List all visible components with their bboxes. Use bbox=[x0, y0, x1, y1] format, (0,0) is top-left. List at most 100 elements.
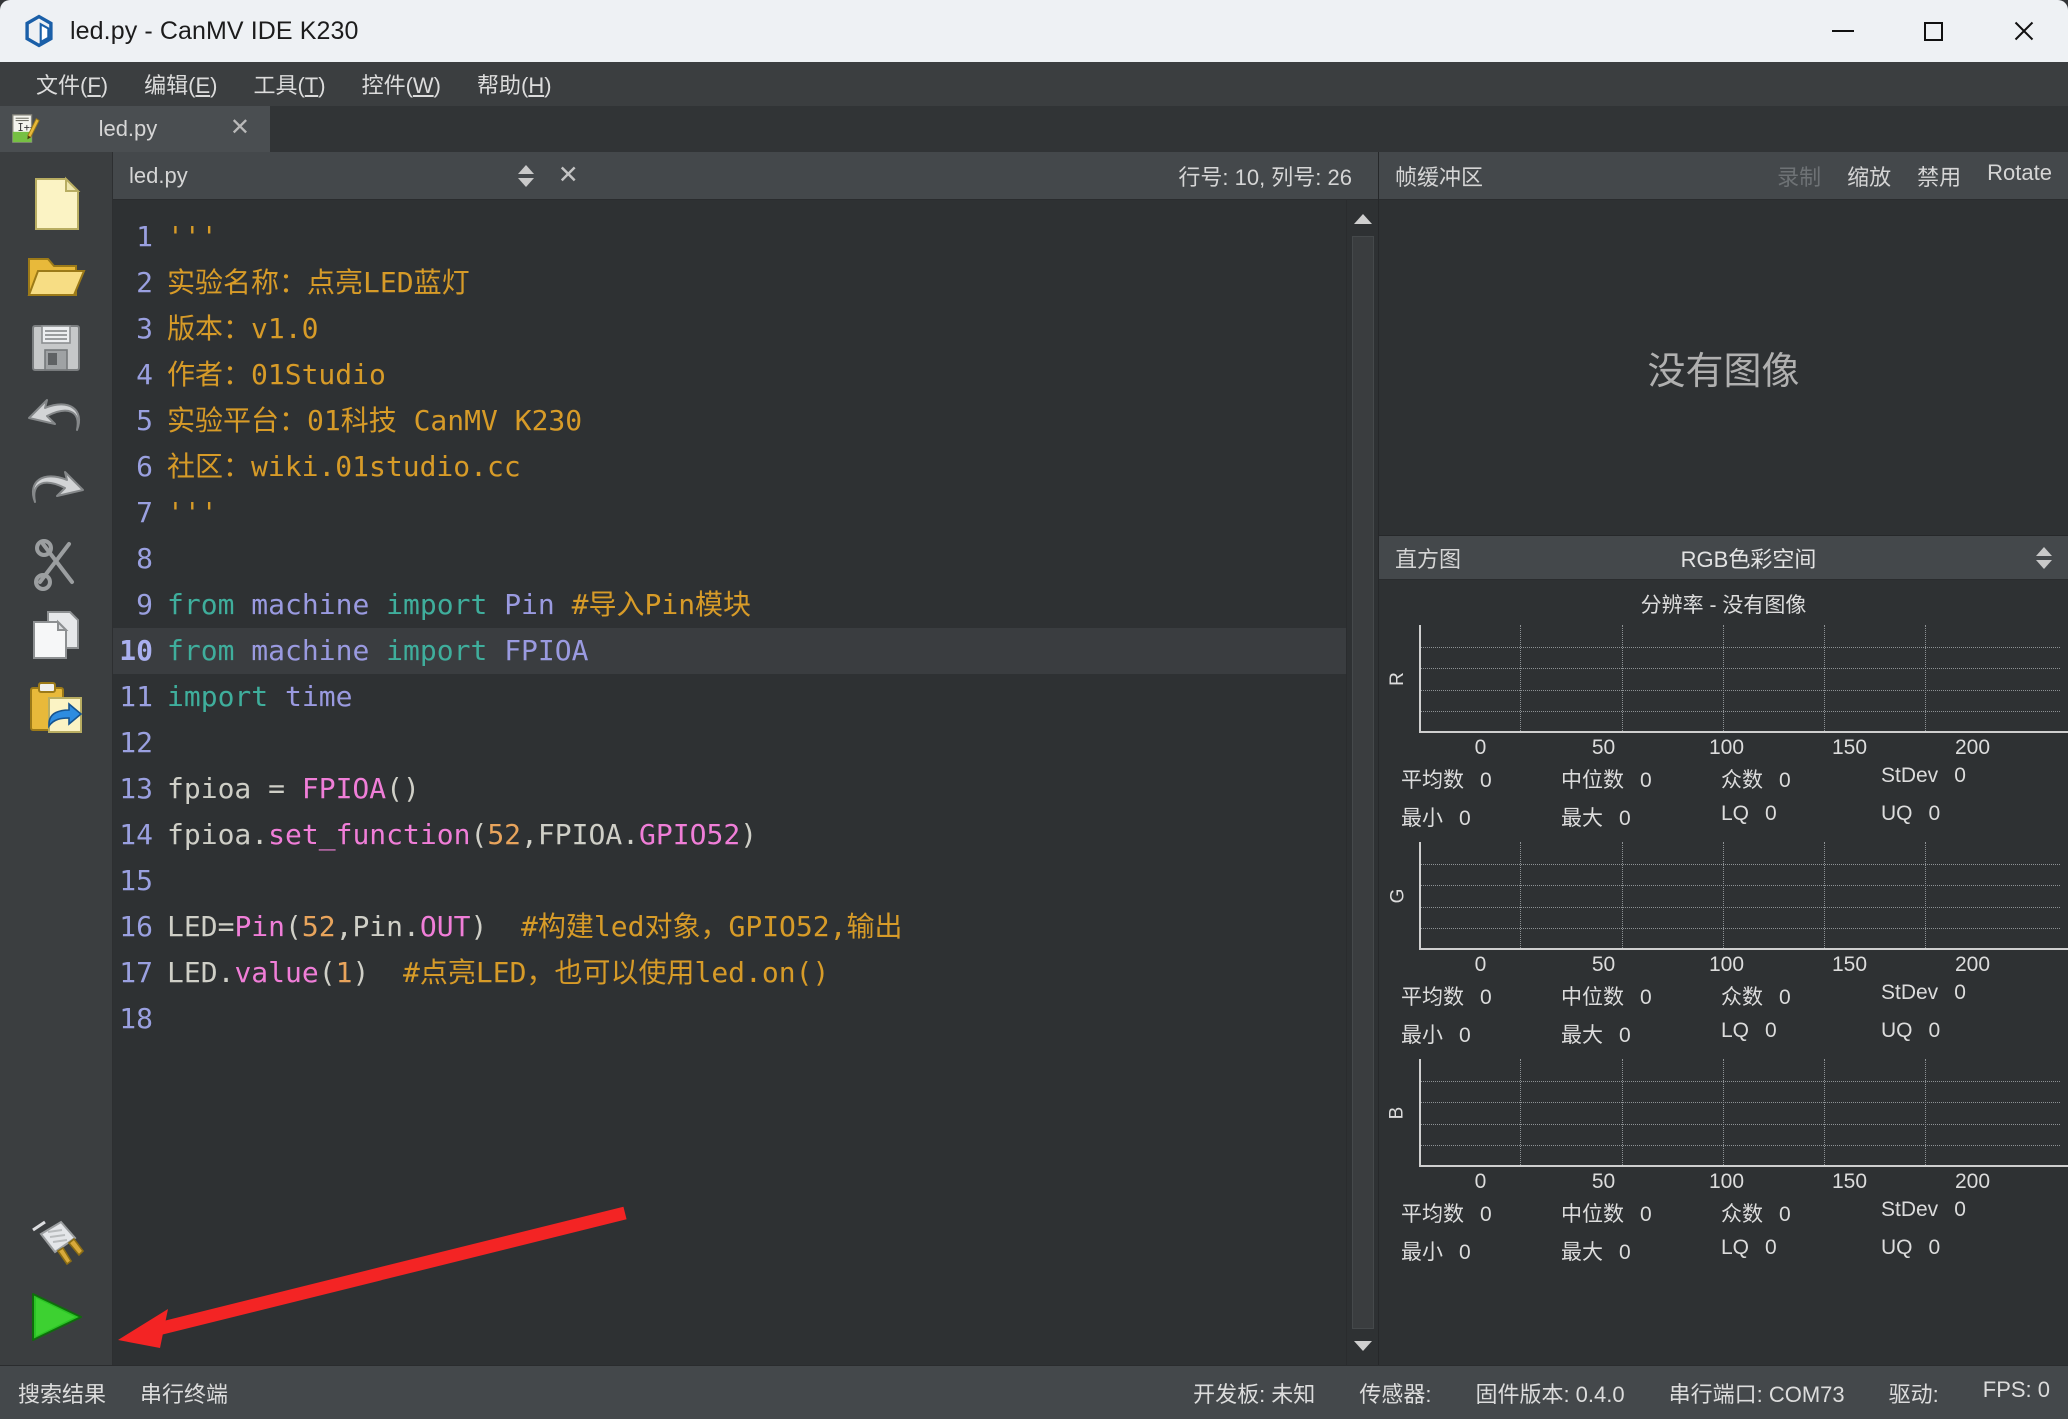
chevron-down-icon bbox=[517, 177, 534, 187]
connect-button[interactable] bbox=[14, 1209, 98, 1281]
paste-clipboard-icon bbox=[30, 682, 83, 733]
scroll-up-button[interactable] bbox=[1348, 204, 1378, 234]
menu-bar: 文件(F) 编辑(E) 工具(T) 控件(W) 帮助(H) bbox=[0, 62, 2068, 106]
run-button[interactable] bbox=[14, 1281, 98, 1353]
copy-button[interactable] bbox=[14, 600, 98, 672]
code-line-2[interactable]: 2 实验名称：点亮LED蓝灯 bbox=[113, 260, 1346, 306]
stat-cell: 最大 0 bbox=[1561, 1024, 1631, 1047]
line-number: 15 bbox=[119, 864, 153, 897]
code-line-text: from machine import Pin #导入Pin模块 bbox=[167, 588, 752, 621]
framebuffer-view[interactable]: 没有图像 bbox=[1379, 200, 2068, 536]
code-line-14[interactable]: 14 fpioa.set_function(52,FPIOA.GPIO52) bbox=[113, 812, 1346, 858]
green-play-icon bbox=[32, 1293, 82, 1341]
main-body: led.py ✕ 行号: 10, 列号: 26 1 ''' 2 实验名称：点亮LED蓝… bbox=[0, 152, 2068, 1365]
code-line-7[interactable]: 7 ''' bbox=[113, 490, 1346, 536]
paste-button[interactable] bbox=[14, 672, 98, 744]
menu-item-3[interactable]: 工具(T) bbox=[235, 64, 343, 104]
scissors-icon bbox=[34, 539, 74, 591]
minimize-icon bbox=[1832, 30, 1854, 32]
new-file-button[interactable] bbox=[14, 168, 98, 240]
menu-item-4[interactable]: 控件(W) bbox=[344, 64, 459, 104]
histogram-title: 直方图 bbox=[1395, 546, 1462, 572]
scrollbar-thumb[interactable] bbox=[1351, 236, 1374, 1329]
stat-cell: UQ 0 bbox=[1881, 802, 1941, 825]
histogram-xticks-B: 0 50 100 150 200 bbox=[1379, 1170, 2068, 1194]
open-file-button[interactable] bbox=[14, 240, 98, 312]
framebuffer-action-3[interactable]: 禁用 bbox=[1917, 160, 1961, 192]
code-line-text: 作者：01Studio bbox=[167, 358, 386, 391]
xtick-label: 0 bbox=[1474, 736, 1487, 759]
close-button[interactable] bbox=[1978, 0, 2068, 62]
code-line-13[interactable]: 13 fpioa = FPIOA() bbox=[113, 766, 1346, 812]
histogram-axes bbox=[1419, 625, 2068, 733]
menu-item-1[interactable]: 文件(F) bbox=[18, 64, 126, 104]
framebuffer-action-2[interactable]: 缩放 bbox=[1847, 160, 1891, 192]
minimize-button[interactable] bbox=[1798, 0, 1888, 62]
file-tab-close-icon[interactable]: ✕ bbox=[216, 115, 256, 143]
editor-header: led.py ✕ 行号: 10, 列号: 26 bbox=[113, 152, 1378, 200]
code-line-text: import time bbox=[167, 680, 353, 713]
status-tab-2[interactable]: 串行终端 bbox=[140, 1377, 228, 1409]
cut-button[interactable] bbox=[14, 528, 98, 600]
left-toolbar bbox=[0, 152, 113, 1365]
histogram-colorspace-stepper[interactable] bbox=[2036, 546, 2052, 569]
line-number: 17 bbox=[119, 956, 153, 989]
code-line-18[interactable]: 18 bbox=[113, 996, 1346, 1042]
histogram-axes bbox=[1419, 1059, 2068, 1167]
code-line-5[interactable]: 5 实验平台：01科技 CanMV K230 bbox=[113, 398, 1346, 444]
code-line-text bbox=[167, 996, 1346, 1042]
menu-item-5[interactable]: 帮助(H) bbox=[459, 64, 570, 104]
redo-arrow-icon bbox=[32, 471, 84, 503]
code-line-17[interactable]: 17 LED.value(1) #点亮LED，也可以使用led.on() bbox=[113, 950, 1346, 996]
histogram-plot-G: G bbox=[1379, 842, 2068, 950]
title-bar: led.py - CanMV IDE K230 bbox=[0, 0, 2068, 62]
code-line-16[interactable]: 16 LED=Pin(52,Pin.OUT) #构建led对象，GPIO52,输出 bbox=[113, 904, 1346, 950]
xtick-label: 50 bbox=[1591, 953, 1616, 976]
xtick-label: 200 bbox=[1954, 953, 1991, 976]
menu-item-2[interactable]: 编辑(E) bbox=[126, 64, 235, 104]
editor-split-stepper[interactable] bbox=[517, 164, 534, 187]
stat-cell: LQ 0 bbox=[1721, 802, 1777, 825]
code-editor[interactable]: 1 ''' 2 实验名称：点亮LED蓝灯 3 版本：v1.0 4 作者：01Studio 5 实验… bbox=[113, 200, 1346, 1365]
framebuffer-action-4[interactable]: Rotate bbox=[1987, 160, 2052, 192]
code-line-12[interactable]: 12 bbox=[113, 720, 1346, 766]
stat-row: 平均数 0 中位数 0 众数 0 StDev 0 bbox=[1401, 981, 2068, 1011]
code-line-4[interactable]: 4 作者：01Studio bbox=[113, 352, 1346, 398]
scroll-down-button[interactable] bbox=[1348, 1331, 1378, 1361]
xtick-label: 150 bbox=[1831, 953, 1868, 976]
code-line-15[interactable]: 15 bbox=[113, 858, 1346, 904]
status-field-5: 驱动: bbox=[1888, 1381, 1939, 1407]
code-line-11[interactable]: 11 import time bbox=[113, 674, 1346, 720]
stat-cell: LQ 0 bbox=[1721, 1019, 1777, 1042]
code-line-1[interactable]: 1 ''' bbox=[113, 214, 1346, 260]
editor-area: 1 ''' 2 实验名称：点亮LED蓝灯 3 版本：v1.0 4 作者：01Studio 5 实验… bbox=[113, 200, 1378, 1365]
line-number: 7 bbox=[136, 496, 153, 529]
line-number: 3 bbox=[136, 312, 153, 345]
scroll-up-icon bbox=[1353, 214, 1372, 224]
redo-button[interactable] bbox=[14, 456, 98, 528]
editor-close-icon[interactable]: ✕ bbox=[558, 163, 579, 188]
line-number: 18 bbox=[119, 1002, 153, 1035]
right-panel: 帧缓冲区 录制 缩放 禁用 Rotate 没有图像 直方图 RGB色彩空间 分辨率 -… bbox=[1378, 152, 2068, 1365]
histogram-channel-G: G 0 50 100 150 200 平均数 0 中位数 0 众数 0 StDev 0 最小 0 最大 0 LQ 0 U… bbox=[1379, 842, 2068, 1059]
line-number: 14 bbox=[119, 818, 153, 851]
code-line-10[interactable]: 10 from machine import FPIOA bbox=[113, 628, 1346, 674]
line-number: 8 bbox=[136, 542, 153, 575]
stat-cell: StDev 0 bbox=[1881, 764, 1966, 787]
code-line-3[interactable]: 3 版本：v1.0 bbox=[113, 306, 1346, 352]
code-line-9[interactable]: 9 from machine import Pin #导入Pin模块 bbox=[113, 582, 1346, 628]
code-line-text: 版本：v1.0 bbox=[167, 312, 319, 345]
status-tab-1[interactable]: 搜索结果 bbox=[18, 1377, 106, 1409]
file-tab-led-py[interactable]: I++ led.py ✕ bbox=[0, 106, 270, 152]
code-line-6[interactable]: 6 社区：wiki.01studio.cc bbox=[113, 444, 1346, 490]
file-tab-bar: I++ led.py ✕ bbox=[0, 106, 2068, 152]
framebuffer-title: 帧缓冲区 bbox=[1395, 164, 1484, 190]
undo-button[interactable] bbox=[14, 384, 98, 456]
undo-arrow-icon bbox=[28, 399, 80, 431]
save-file-button[interactable] bbox=[14, 312, 98, 384]
editor-vertical-scrollbar[interactable] bbox=[1346, 200, 1378, 1365]
close-icon bbox=[2012, 20, 2034, 42]
code-line-text bbox=[167, 720, 1346, 766]
maximize-button[interactable] bbox=[1888, 0, 1978, 62]
code-line-8[interactable]: 8 bbox=[113, 536, 1346, 582]
